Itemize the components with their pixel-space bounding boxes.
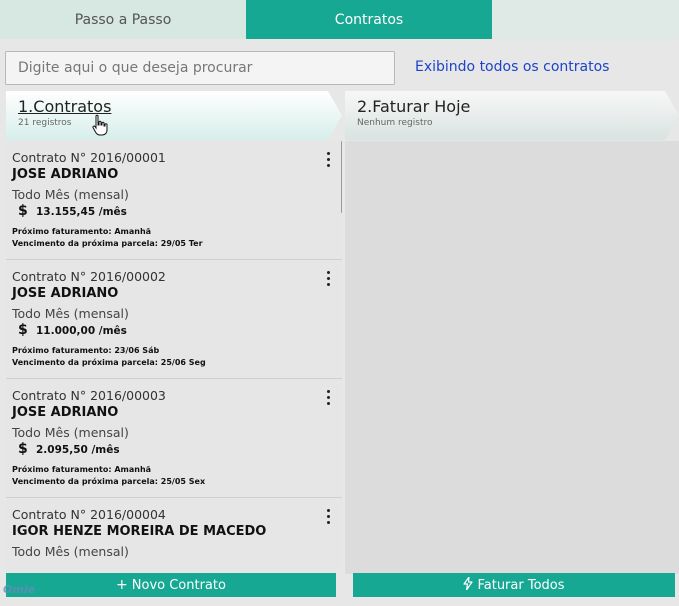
contract-amount: 2.095,50 /mês — [36, 444, 120, 456]
next-billing: Próximo faturamento: Amanhã — [12, 227, 152, 236]
step-contratos[interactable]: 1.Contratos 21 registros — [6, 91, 342, 140]
kebab-menu-icon[interactable] — [324, 152, 332, 170]
tab-contratos[interactable]: Contratos — [246, 0, 492, 39]
client-name: IGOR HENZE MOREIRA DE MACEDO — [12, 524, 267, 539]
contract-number: Contrato N° 2016/00002 — [12, 269, 166, 284]
bill-all-label: Faturar Todos — [477, 577, 565, 593]
next-due-date: Vencimento da próxima parcela: 25/05 Sex — [12, 477, 206, 486]
step-record-count: 21 registros — [18, 118, 72, 128]
bill-all-button[interactable]: Faturar Todos — [353, 573, 675, 597]
kebab-menu-icon[interactable] — [324, 390, 332, 408]
main-tabs: Passo a Passo Contratos — [0, 0, 679, 39]
contract-number: Contrato N° 2016/00004 — [12, 507, 166, 522]
contract-card[interactable]: Contrato N° 2016/00004 IGOR HENZE MOREIR… — [6, 498, 342, 574]
billing-frequency: Todo Mês (mensal) — [12, 544, 129, 559]
contracts-list[interactable]: Contrato N° 2016/00001 JOSE ADRIANO Todo… — [6, 141, 342, 574]
contract-card[interactable]: Contrato N° 2016/00001 JOSE ADRIANO Todo… — [6, 141, 342, 260]
billing-frequency: Todo Mês (mensal) — [12, 425, 129, 440]
filter-all-contracts-link[interactable]: Exibindo todos os contratos — [415, 59, 609, 75]
billing-today-list — [345, 141, 679, 574]
step-record-count: Nenhum registro — [357, 118, 433, 128]
contract-number: Contrato N° 2016/00001 — [12, 150, 166, 165]
client-name: JOSE ADRIANO — [12, 405, 119, 420]
hand-cursor-icon — [92, 114, 108, 136]
client-name: JOSE ADRIANO — [12, 167, 119, 182]
tab-passo-a-passo[interactable]: Passo a Passo — [0, 0, 246, 39]
contract-amount: 11.000,00 /mês — [36, 325, 127, 337]
step-title: 2.Faturar Hoje — [357, 97, 471, 116]
contract-amount: 13.155,45 /mês — [36, 206, 127, 218]
search-input[interactable] — [5, 51, 395, 85]
dollar-icon: $ — [18, 441, 28, 457]
next-due-date: Vencimento da próxima parcela: 25/06 Seg — [12, 358, 206, 367]
plus-icon: + — [116, 577, 128, 593]
new-contract-button[interactable]: + Novo Contrato — [6, 573, 336, 597]
dollar-icon: $ — [18, 203, 28, 219]
kebab-menu-icon[interactable] — [324, 271, 332, 289]
client-name: JOSE ADRIANO — [12, 286, 119, 301]
lightning-icon — [463, 575, 474, 594]
contract-card[interactable]: Contrato N° 2016/00002 JOSE ADRIANO Todo… — [6, 260, 342, 379]
new-contract-label: Novo Contrato — [131, 577, 226, 593]
next-billing: Próximo faturamento: 23/06 Sáb — [12, 346, 160, 355]
dollar-icon: $ — [18, 322, 28, 338]
next-due-date: Vencimento da próxima parcela: 29/05 Ter — [12, 239, 203, 248]
contract-number: Contrato N° 2016/00003 — [12, 388, 166, 403]
kebab-menu-icon[interactable] — [324, 509, 332, 527]
omie-logo: Omie — [3, 583, 36, 596]
next-billing: Próximo faturamento: Amanhã — [12, 465, 152, 474]
billing-frequency: Todo Mês (mensal) — [12, 187, 129, 202]
tab-bar-filler — [492, 0, 679, 39]
step-faturar-hoje[interactable]: 2.Faturar Hoje Nenhum registro — [345, 91, 679, 140]
contract-card[interactable]: Contrato N° 2016/00003 JOSE ADRIANO Todo… — [6, 379, 342, 498]
billing-frequency: Todo Mês (mensal) — [12, 306, 129, 321]
list-scrollbar[interactable] — [341, 141, 342, 213]
